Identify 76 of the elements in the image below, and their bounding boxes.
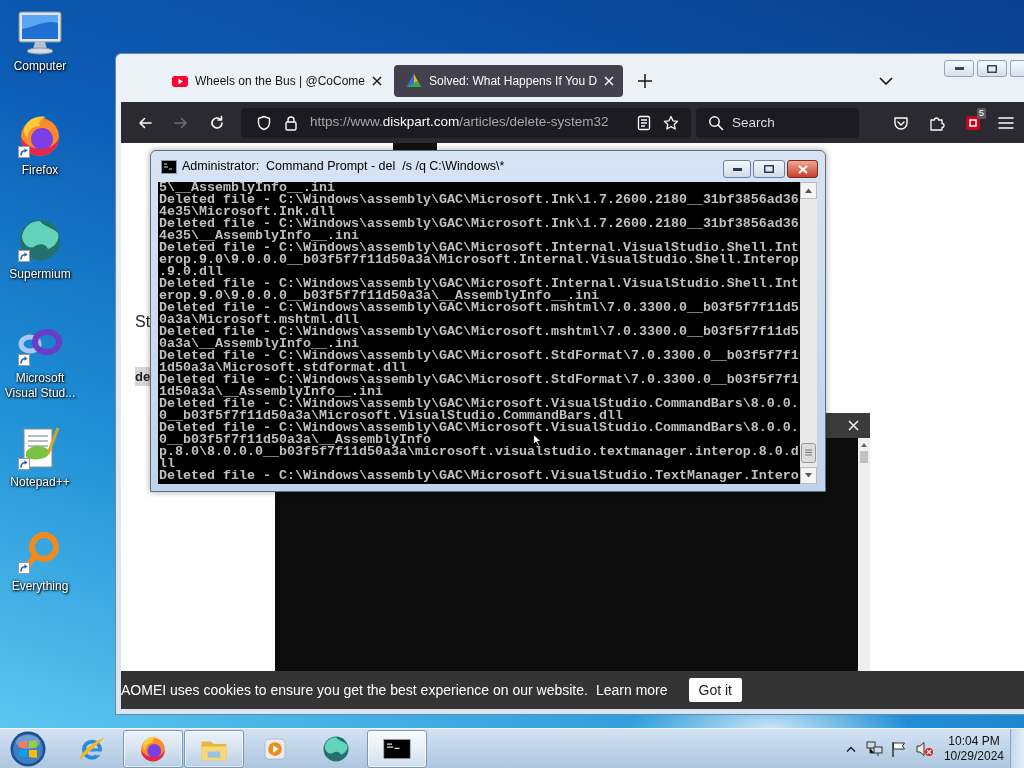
cookie-message: AOMEI uses cookies to ensure you get the best experience on our website. [121, 680, 588, 700]
clock-date[interactable]: 10/29/2024 [943, 748, 1004, 764]
monitor-icon[interactable] [16, 8, 64, 56]
console-line: Deleted file - C:\Windows\assembly\GAC\Microsoft.mshtml\7.0.3300.0__b03f5f7f11d5 [159, 326, 799, 338]
minimize-button[interactable] [723, 160, 751, 178]
close-button[interactable] [787, 160, 818, 178]
network-icon[interactable] [865, 740, 883, 757]
console-line: 0__b03f5f7f11d50a3a\__AssemblyInfo [159, 434, 431, 446]
close-icon[interactable] [372, 76, 383, 86]
extension-icon[interactable] [965, 114, 981, 131]
minimize-icon [954, 67, 964, 70]
code-text: de [135, 367, 151, 386]
terminal-icon [161, 159, 177, 174]
maximize-button[interactable] [753, 160, 785, 178]
console-line: 0a3a\Microsoft.mshtml.dll [159, 314, 359, 326]
minimize-icon [732, 167, 742, 171]
console-line: 1d50a3a\Microsoft.stdformat.dll [159, 362, 407, 374]
puzzle-piece-icon[interactable] [929, 114, 945, 131]
console-line: Deleted file - C:\Windows\assembly\GAC\Microsoft.Ink\1.7.2600.2180__31bf3856ad36 [159, 218, 799, 230]
plus-icon[interactable] [638, 74, 653, 88]
console-line: 0a3a\__AssemblyInfo__.ini [159, 338, 359, 350]
minimize-button[interactable] [944, 60, 974, 77]
header-fragment [393, 143, 437, 150]
console-line: p.8.0\8.0.0.0__b03f5f7f11d50a3a\microsoft.visualstudio.textmanager.interop.8.0.d [159, 446, 799, 458]
search-field[interactable]: Search [696, 107, 859, 138]
icon-label[interactable]: Firefox [21, 163, 59, 178]
console-line: erop.9.0\9.0.0.0__b03f5f7f11d50a3a\__AssemblyInfo__.ini [159, 290, 599, 302]
console-line: Deleted file - C:\Windows\assembly\GAC\Microsoft.Internal.VisualStudio.Shell.Int [159, 278, 799, 290]
maximize-icon [987, 64, 997, 73]
icon-label[interactable]: Supermium [9, 267, 71, 282]
console-line: Deleted file - C:\Windows\assembly\GAC\Microsoft.Internal.VisualStudio.Shell.Int [159, 242, 799, 254]
flag-icon[interactable] [890, 740, 906, 757]
console-line: .9.0.dll [159, 266, 223, 278]
learn-more-link[interactable]: Learn more [595, 679, 668, 701]
console-line: Deleted file - C:\Windows\assembly\GAC\Microsoft.VisualStudio.TextManager.Intero [159, 470, 799, 482]
console-line: erop.9.0\9.0.0.0__b03f5f7f11d50a3a\Microsoft.Internal.VisualStudio.Shell.Interop [159, 254, 799, 266]
shield-icon[interactable] [256, 114, 272, 131]
browser-tab[interactable]: Wheels on the Bus | @CoCome [160, 65, 392, 97]
extension-badge: 5 [977, 107, 986, 119]
console-line: 4e35\__AssemblyInfo__.ini [159, 230, 359, 242]
console-line: 0__b03f5f7f11d50a3a\Microsoft.VisualStudio.CommandBars.dll [159, 410, 623, 422]
start-icon[interactable] [10, 730, 46, 767]
console-line: Deleted file - C:\Windows\assembly\GAC\Microsoft.StdFormat\7.0.3300.0__b03f5f7f1 [159, 350, 799, 362]
search-icon [708, 114, 724, 131]
console-line: 1d50a3a\__AssemblyInfo__.ini [159, 386, 383, 398]
got-it-button[interactable]: Got it [688, 678, 742, 702]
pouch-icon[interactable] [893, 114, 909, 131]
lock-icon[interactable] [284, 114, 298, 131]
triangle-logo-icon [406, 73, 423, 89]
page-text: St [135, 312, 151, 332]
icon-label[interactable]: Microsoft Visual Stud... [0, 371, 80, 401]
close-icon [797, 164, 808, 174]
console-line: Deleted file - C:\Windows\assembly\GAC\Microsoft.VisualStudio.CommandBars\8.0.0. [159, 422, 799, 434]
reload-icon[interactable] [209, 114, 225, 131]
console-line: Deleted file - C:\Windows\assembly\GAC\Microsoft.StdFormat\7.0.3300.0__b03f5f7f1 [159, 374, 799, 386]
icon-label[interactable]: Computer [13, 59, 67, 74]
chevron-down-icon[interactable] [879, 77, 893, 85]
url-field[interactable]: https://www.diskpart.com/articles/delete-system32 [241, 107, 691, 138]
maximize-button[interactable] [977, 60, 1007, 77]
browser-tab[interactable]: Solved: What Happens If You D [394, 65, 624, 97]
console-line: Deleted file - C:\Windows\assembly\GAC\Microsoft.Ink\1.7.2600.2180__31bf3856ad36 [159, 194, 799, 206]
menu-icon[interactable] [998, 115, 1014, 130]
maximize-icon [764, 165, 774, 173]
window-title: Administrator: Command Prompt - del /s /q C:\Windows\* [182, 158, 505, 176]
taskbar-button[interactable] [367, 729, 427, 768]
star-icon[interactable] [663, 114, 679, 131]
console-line: ll [159, 458, 175, 470]
console-line: Deleted file - C:\Windows\assembly\GAC\Microsoft.VisualStudio.CommandBars\8.0.0. [159, 398, 799, 410]
console-line: Deleted file - C:\Windows\assembly\GAC\Microsoft.mshtml\7.0.3300.0__b03f5f7f11d5 [159, 302, 799, 314]
caret-up-icon[interactable] [845, 745, 856, 752]
clock-time[interactable]: 10:04 PM [943, 733, 1004, 749]
reader-view-icon[interactable] [637, 114, 651, 131]
mouse-cursor-icon [533, 434, 541, 446]
play-logo-icon [172, 73, 188, 89]
console-line: 4e35\Microsoft.Ink.dll [159, 206, 335, 218]
speaker-muted-icon[interactable] [915, 740, 934, 757]
